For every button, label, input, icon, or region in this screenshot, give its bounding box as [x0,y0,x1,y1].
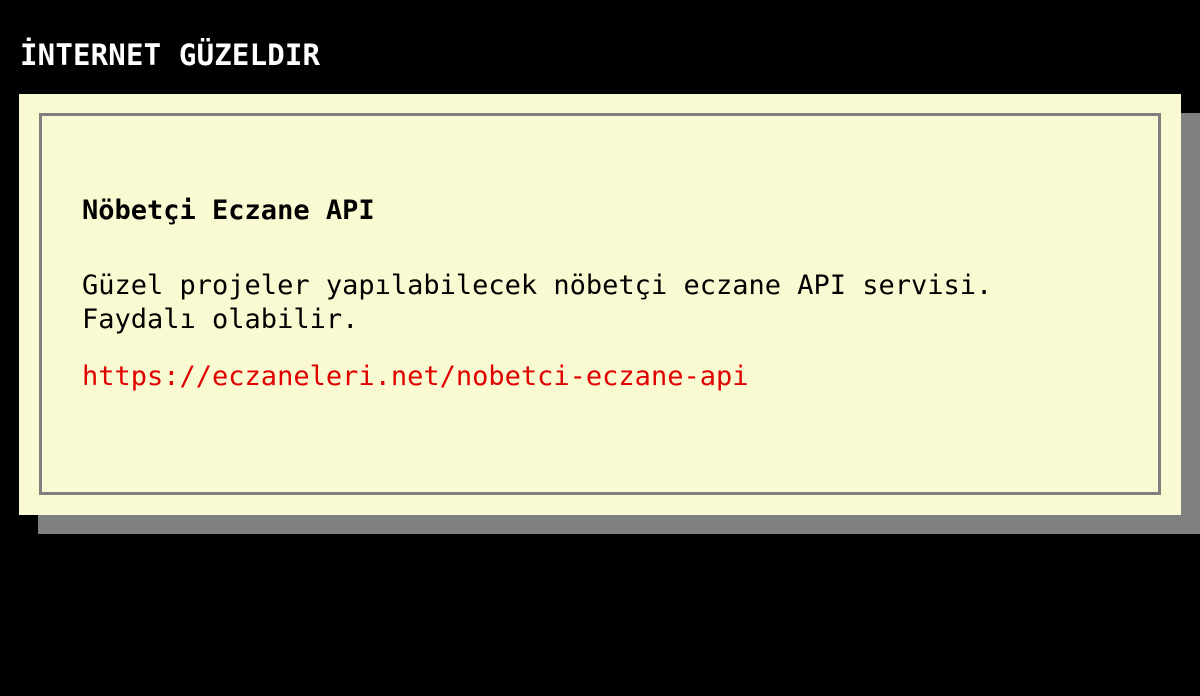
post-link[interactable]: https://eczaneleri.net/nobetci-eczane-ap… [82,360,748,394]
post-title: Nöbetçi Eczane API [82,195,375,226]
post-card: Nöbetçi Eczane API Güzel projeler yapıla… [19,94,1181,515]
post-card-inner: Nöbetçi Eczane API Güzel projeler yapıla… [39,113,1161,495]
post-description: Güzel projeler yapılabilecek nöbetçi ecz… [82,270,993,335]
site-title: İNTERNET GÜZELDIR [20,38,321,72]
